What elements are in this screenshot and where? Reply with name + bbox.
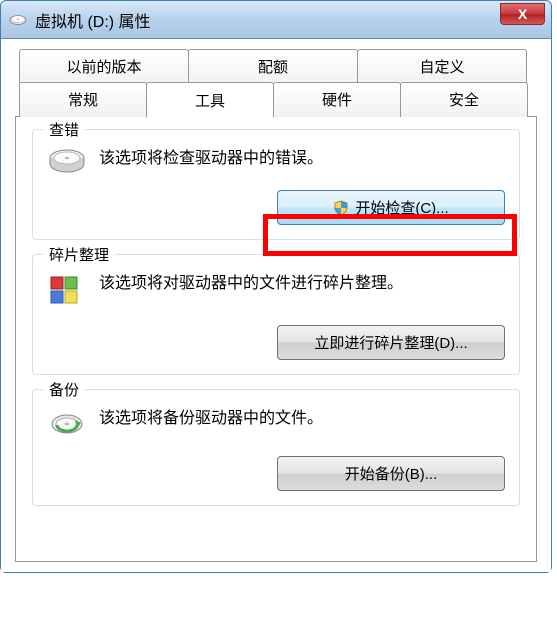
uac-shield-icon — [333, 200, 349, 216]
tab-security[interactable]: 安全 — [400, 82, 528, 117]
close-button[interactable]: X — [500, 3, 545, 25]
tab-row-top: 以前的版本 配额 自定义 — [19, 49, 537, 83]
tab-custom[interactable]: 自定义 — [357, 49, 527, 83]
tab-page-tools: 查错 该选项将检查驱动器中的错误。 — [15, 116, 537, 562]
window-title: 虚拟机 (D:) 属性 — [35, 8, 543, 32]
check-now-label: 开始检查(C)... — [355, 197, 448, 218]
tab-previous-versions[interactable]: 以前的版本 — [19, 49, 189, 83]
tab-row-bottom: 常规 工具 硬件 安全 — [19, 82, 537, 117]
backup-description: 该选项将备份驱动器中的文件。 — [99, 408, 323, 430]
client-area: 以前的版本 配额 自定义 常规 工具 硬件 安全 查错 — [1, 39, 551, 572]
titlebar[interactable]: 虚拟机 (D:) 属性 X — [1, 1, 551, 39]
defrag-now-button[interactable]: 立即进行碎片整理(D)... — [277, 325, 505, 360]
backup-icon — [47, 406, 87, 442]
backup-now-button[interactable]: 开始备份(B)... — [277, 456, 505, 491]
defrag-icon — [47, 271, 87, 311]
hdd-icon — [47, 146, 87, 176]
group-error-check: 查错 该选项将检查驱动器中的错误。 — [32, 129, 520, 240]
group-defrag: 碎片整理 该选项将对驱动器中的文件进行碎片整理。 立即进行碎片整理(D)... — [32, 254, 520, 375]
tab-hardware[interactable]: 硬件 — [273, 82, 401, 117]
defrag-description: 该选项将对驱动器中的文件进行碎片整理。 — [99, 273, 403, 295]
check-description: 该选项将检查驱动器中的错误。 — [99, 148, 323, 170]
tab-tools[interactable]: 工具 — [146, 82, 274, 118]
drive-icon — [9, 14, 27, 26]
tab-general[interactable]: 常规 — [19, 82, 147, 117]
backup-now-label: 开始备份(B)... — [345, 463, 438, 484]
group-title-check: 查错 — [43, 119, 85, 140]
check-now-button[interactable]: 开始检查(C)... — [277, 190, 505, 225]
group-backup: 备份 该选项将备份驱动器中的文件。 开始备份(B).. — [32, 389, 520, 506]
tab-control: 以前的版本 配额 自定义 常规 工具 硬件 安全 查错 — [15, 49, 537, 562]
group-title-defrag: 碎片整理 — [43, 244, 115, 265]
tab-quota[interactable]: 配额 — [188, 49, 358, 83]
group-title-backup: 备份 — [43, 379, 85, 400]
properties-window: 虚拟机 (D:) 属性 X 以前的版本 配额 自定义 常规 工具 硬件 安全 查… — [0, 0, 552, 573]
defrag-now-label: 立即进行碎片整理(D)... — [314, 332, 467, 353]
